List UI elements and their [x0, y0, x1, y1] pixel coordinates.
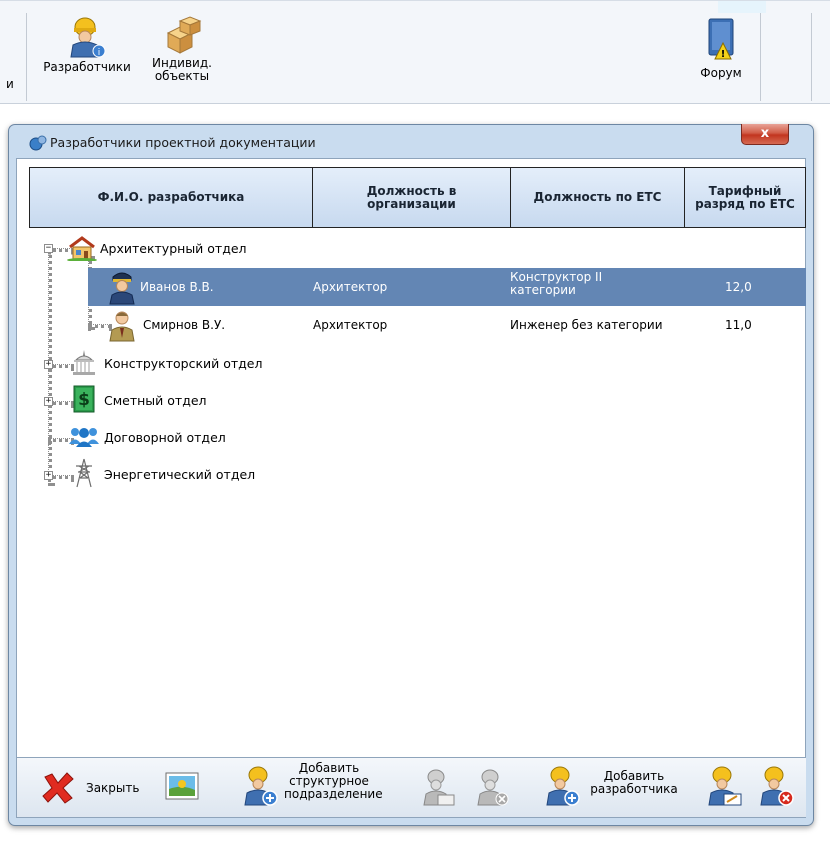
expand-toggle[interactable]: +	[44, 397, 53, 406]
toolbar-highlight	[718, 1, 766, 13]
people-group-icon	[69, 428, 99, 447]
svg-text:$: $	[78, 390, 90, 410]
add-unit-button[interactable]: Добавить структурное подразделение	[284, 762, 383, 801]
individual-objects-label-2: объекты	[154, 69, 210, 83]
add-developer-button[interactable]: Добавить разработчика	[540, 763, 690, 809]
red-x-icon	[42, 772, 74, 804]
expand-toggle[interactable]: +	[44, 471, 53, 480]
svg-text:!: !	[721, 49, 726, 60]
svg-text:i: i	[98, 48, 101, 58]
close-button[interactable]: Закрыть	[38, 767, 158, 807]
edit-unit-icon[interactable]	[418, 767, 458, 807]
toolbar-separator	[811, 13, 812, 101]
individual-objects-button[interactable]: Индивид. объекты	[142, 15, 222, 83]
grid-header: Ф.И.О. разработчика Должность в организа…	[29, 167, 806, 228]
photo-icon[interactable]	[165, 772, 199, 800]
collapse-toggle[interactable]: −	[44, 244, 53, 253]
add-unit-icon[interactable]	[238, 765, 280, 807]
officer-avatar-icon	[109, 272, 135, 305]
toolbar-cut-label: и	[6, 77, 14, 91]
delete-unit-icon[interactable]	[472, 767, 512, 807]
row-ets-position: Инженер без категории	[510, 318, 663, 332]
column-header-grade[interactable]: Тарифный разряд по ЕТС	[685, 168, 805, 227]
row-name[interactable]: Иванов В.В.	[140, 280, 214, 294]
dialog-title-icon	[29, 135, 47, 151]
row-position: Архитектор	[313, 318, 388, 332]
forum-button-label: Форум	[700, 66, 742, 80]
developer-icon: i	[70, 17, 106, 58]
group-label-architecture[interactable]: Архитектурный отдел	[100, 241, 247, 256]
row-grade: 12,0	[725, 280, 752, 294]
add-developer-label-2: разработчика	[590, 782, 678, 796]
house-icon	[67, 236, 97, 261]
employee-avatar-icon	[109, 311, 135, 342]
add-developer-icon	[546, 766, 580, 806]
dialog-title: Разработчики проектной документации	[50, 135, 316, 150]
developers-button-label: Разработчики	[43, 60, 131, 74]
group-label-contracts[interactable]: Договорной отдел	[104, 430, 226, 445]
column-header-position[interactable]: Должность в организации	[313, 168, 511, 227]
column-header-ets-position[interactable]: Должность по ЕТС	[511, 168, 685, 227]
group-label-construction[interactable]: Конструкторский отдел	[104, 356, 263, 371]
row-name[interactable]: Смирнов В.У.	[143, 318, 225, 332]
boxes-icon	[166, 16, 202, 54]
toolbar-separator	[26, 13, 27, 101]
power-tower-icon	[76, 458, 92, 488]
expand-toggle[interactable]: +	[44, 360, 53, 369]
developers-button[interactable]: i Разработчики	[32, 15, 142, 74]
government-building-icon	[73, 350, 95, 375]
toolbar-separator	[760, 13, 761, 101]
group-label-estimates[interactable]: Сметный отдел	[104, 393, 207, 408]
close-button-label: Закрыть	[86, 781, 140, 795]
row-ets-position-line2: категории	[510, 283, 576, 297]
dialog-client-area	[16, 158, 806, 818]
column-header-name[interactable]: Ф.И.О. разработчика	[30, 168, 313, 227]
add-unit-label-3: подразделение	[284, 787, 383, 801]
group-label-energy[interactable]: Энергетический отдел	[104, 467, 255, 482]
edit-developer-icon[interactable]	[702, 765, 744, 807]
forum-book-icon: !	[708, 18, 734, 60]
main-toolbar: и i Разработчики Индивид. объекты ! Фору…	[0, 0, 830, 104]
dialog-close-button[interactable]: x	[741, 124, 789, 145]
row-position: Архитектор	[313, 280, 388, 294]
forum-button[interactable]: ! Форум	[688, 15, 754, 80]
delete-developer-icon[interactable]	[754, 765, 796, 807]
dollar-sign-icon: $	[73, 385, 95, 413]
row-grade: 11,0	[725, 318, 752, 332]
